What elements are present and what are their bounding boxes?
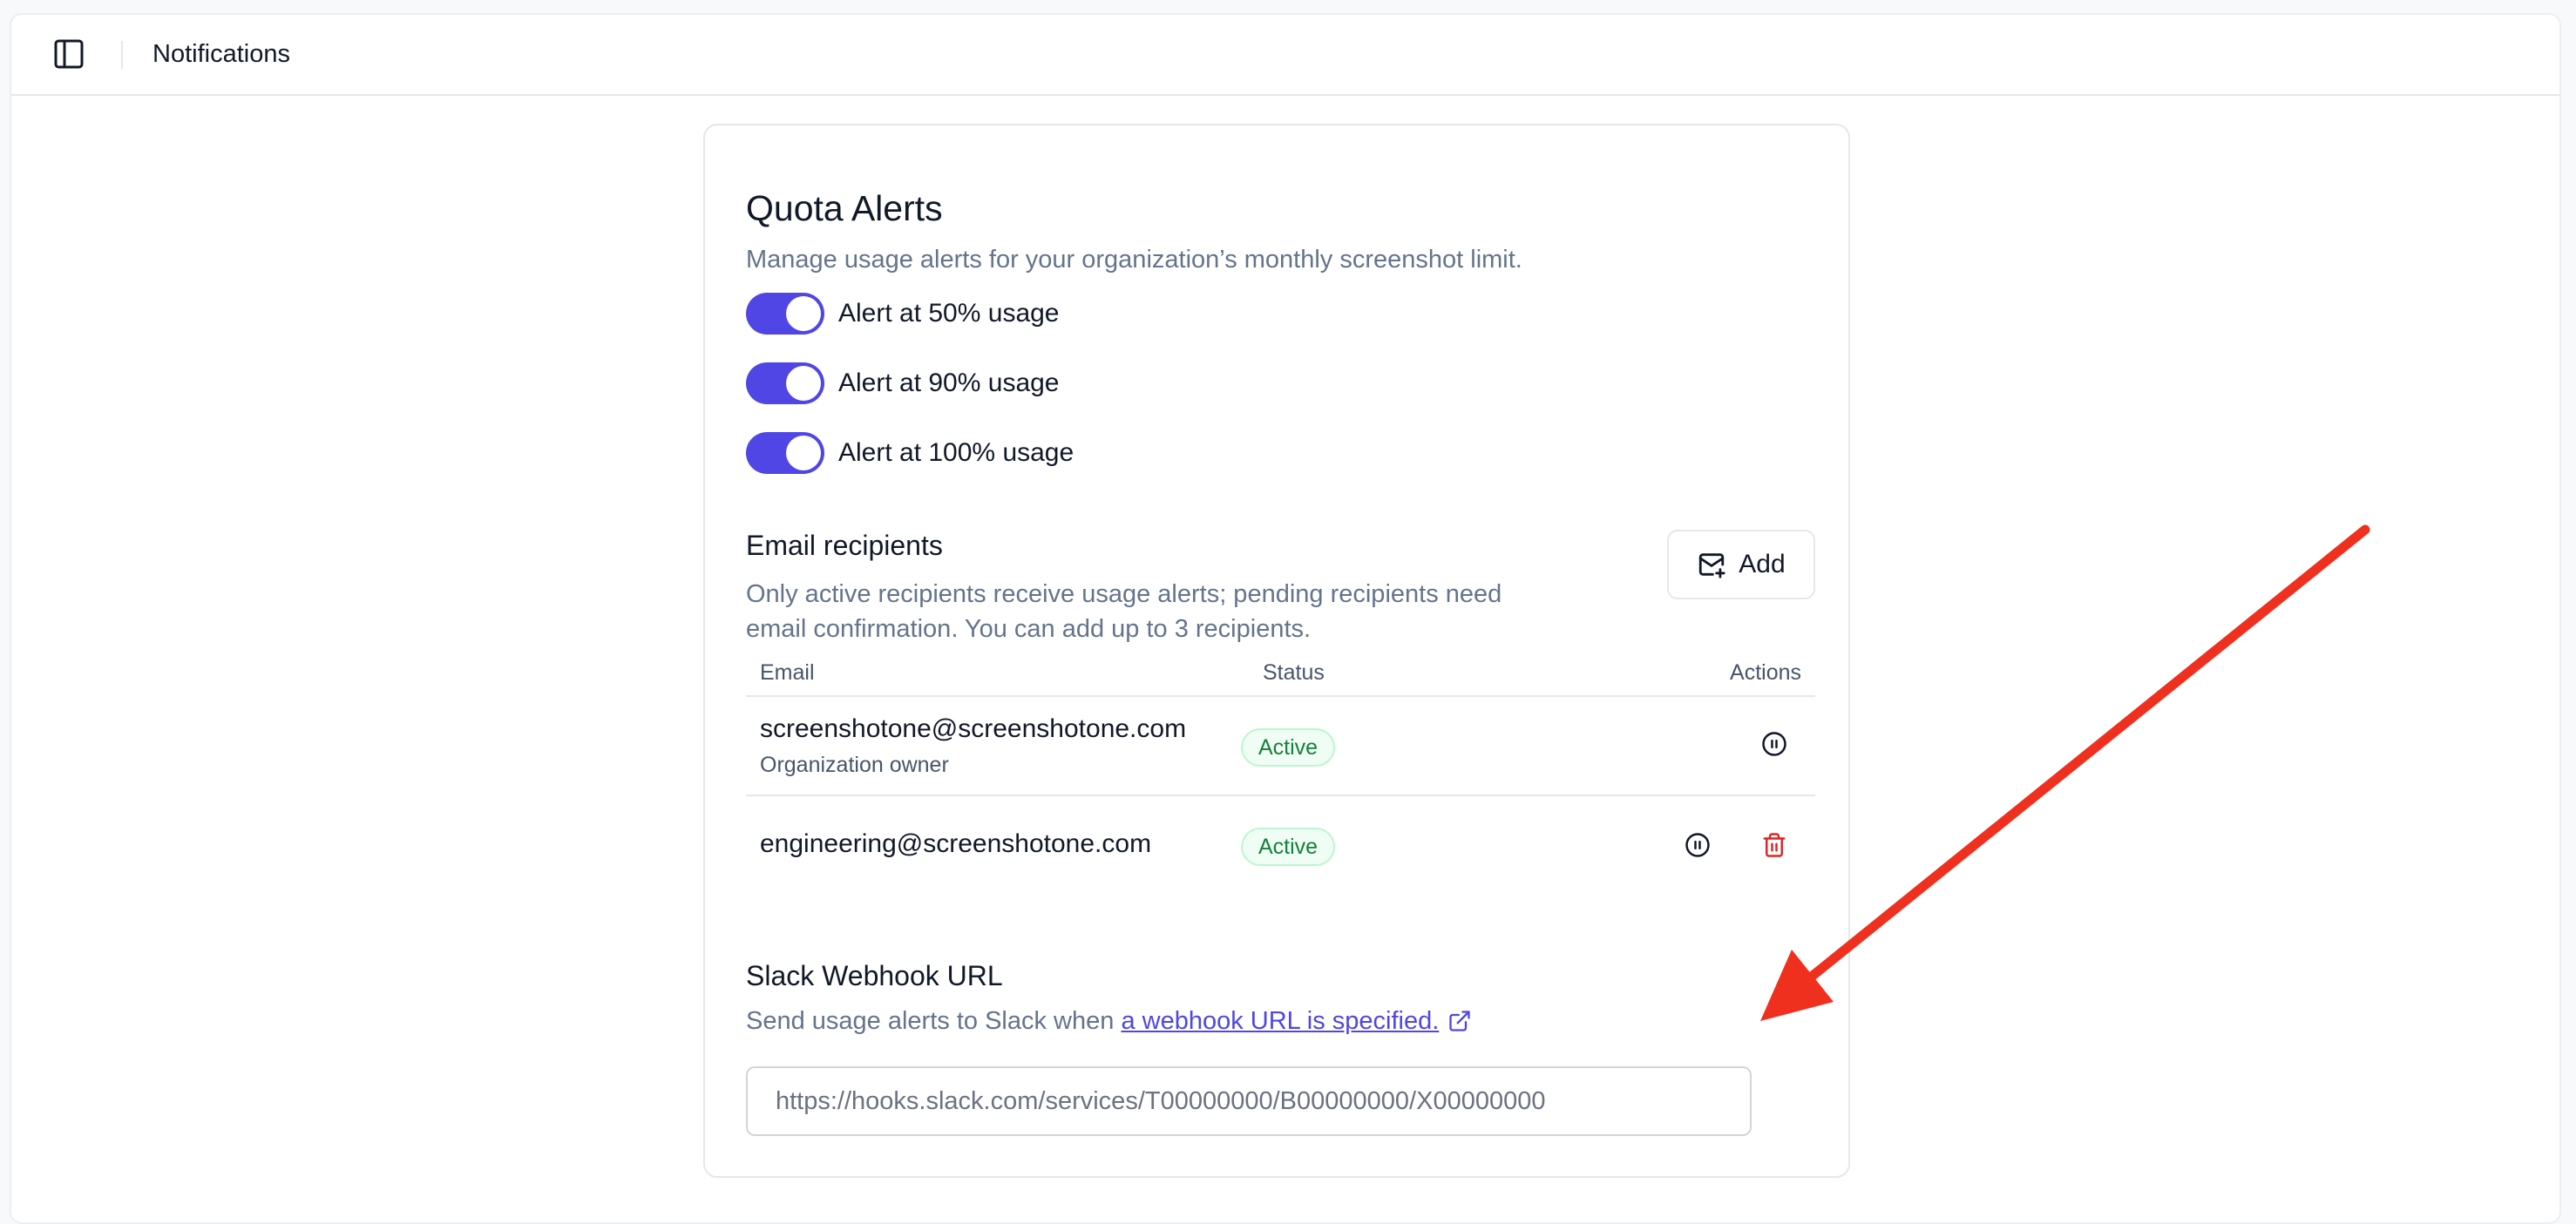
table-header: Email Status Actions [746, 648, 1815, 697]
recipients-description-line1: Only active recipients receive usage ale… [746, 580, 1502, 608]
card-description: Manage usage alerts for your organizatio… [746, 246, 1522, 274]
pause-icon [1762, 732, 1786, 756]
table-row: screenshotone@screenshotone.com Organiza… [746, 697, 1815, 796]
alert-100-label: Alert at 100% usage [838, 438, 1074, 467]
toggle-knob [786, 296, 821, 331]
toggle-knob [786, 436, 821, 470]
alert-50-label: Alert at 50% usage [838, 299, 1060, 328]
status-badge: Active [1241, 828, 1336, 866]
delete-button[interactable] [1757, 828, 1792, 862]
trash-icon [1763, 833, 1786, 857]
mail-plus-icon [1699, 553, 1725, 578]
external-link-icon[interactable] [1447, 1009, 1472, 1033]
toggle-row-100: Alert at 100% usage [746, 432, 1074, 474]
toggle-knob [786, 366, 821, 401]
webhook-docs-link[interactable]: a webhook URL is specified. [1121, 1004, 1439, 1038]
recipients-table: Email Status Actions screenshotone@scree… [746, 648, 1815, 896]
topbar-divider [121, 41, 123, 69]
recipients-description-line2: email confirmation. You can add up to 3 … [746, 615, 1312, 643]
alert-100-toggle[interactable] [746, 432, 824, 474]
status-badge: Active [1241, 728, 1336, 767]
alert-90-toggle[interactable] [746, 362, 824, 404]
page-title: Notifications [153, 40, 290, 68]
pause-button[interactable] [1757, 727, 1792, 761]
add-recipient-button[interactable]: Add [1667, 530, 1815, 599]
column-status: Status [1263, 660, 1325, 685]
quota-alerts-card: Quota Alerts Manage usage alerts for you… [703, 124, 1850, 1178]
pause-button[interactable] [1680, 828, 1715, 862]
add-button-label: Add [1739, 550, 1786, 578]
sidebar-toggle-button[interactable] [50, 35, 88, 73]
recipient-email: engineering@screenshotone.com [760, 829, 1152, 858]
slack-webhook-input[interactable] [746, 1066, 1752, 1136]
alert-50-toggle[interactable] [746, 293, 824, 335]
table-row: engineering@screenshotone.com Active [746, 796, 1815, 896]
slack-description: Send usage alerts to Slack when a webhoo… [746, 1004, 1472, 1038]
sidebar-panel-icon [54, 39, 84, 69]
alert-90-label: Alert at 90% usage [838, 369, 1060, 397]
slack-title: Slack Webhook URL [746, 960, 1003, 991]
pause-icon [1685, 833, 1710, 857]
recipients-title: Email recipients [746, 530, 943, 561]
recipient-email: screenshotone@screenshotone.com [760, 714, 1187, 743]
toggle-row-90: Alert at 90% usage [746, 362, 1060, 404]
card-title: Quota Alerts [746, 188, 943, 228]
column-actions: Actions [1730, 660, 1801, 685]
slack-description-text: Send usage alerts to Slack when [746, 1007, 1122, 1035]
toggle-row-50: Alert at 50% usage [746, 293, 1060, 335]
top-bar: Notifications [11, 15, 2559, 96]
recipient-subtitle: Organization owner [760, 753, 949, 777]
column-email: Email [760, 660, 815, 685]
